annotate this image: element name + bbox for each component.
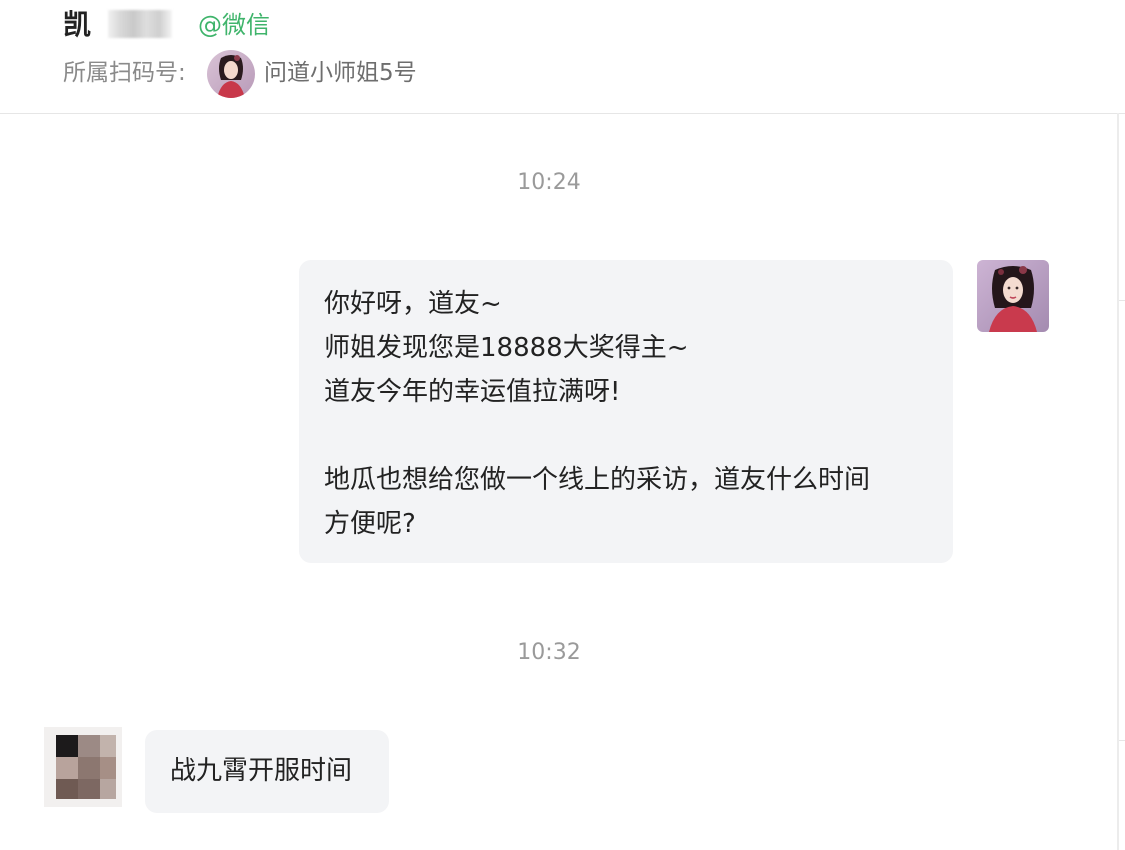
contact-name-redacted <box>108 10 172 38</box>
contact-avatar[interactable] <box>44 727 122 807</box>
pane-divider-tick <box>1119 740 1125 741</box>
message-line: 道友今年的幸运值拉满呀! <box>324 377 621 407</box>
pane-divider-tick <box>1119 300 1125 301</box>
message-line: 战九霄开服时间 <box>170 756 353 786</box>
message-line: 你好呀，道友~ <box>324 289 502 319</box>
chat-window: 凯 @微信 所属扫码号: 问道小师姐5号 10:24 你好呀，道友~ 师姐发现您… <box>0 0 1125 850</box>
scan-account-label: 所属扫码号: <box>63 60 186 86</box>
outgoing-message-bubble[interactable]: 你好呀，道友~ 师姐发现您是18888大奖得主~ 道友今年的幸运值拉满呀! 地瓜… <box>299 260 953 563</box>
message-timestamp: 10:32 <box>517 640 581 665</box>
message-line: 地瓜也想给您做一个线上的采访，道友什么时间 <box>324 465 871 495</box>
message-line: 方便呢? <box>324 509 416 539</box>
message-timestamp: 10:24 <box>517 170 581 195</box>
sender-avatar[interactable] <box>977 260 1049 332</box>
source-tag[interactable]: @微信 <box>198 6 270 44</box>
scan-account-name[interactable]: 问道小师姐5号 <box>264 54 417 92</box>
message-line: 师姐发现您是18888大奖得主~ <box>324 333 689 363</box>
contact-name: 凯 <box>63 8 92 41</box>
scan-account-avatar[interactable] <box>207 50 255 98</box>
incoming-message-bubble[interactable]: 战九霄开服时间 <box>145 730 389 813</box>
chat-header: 凯 @微信 所属扫码号: 问道小师姐5号 <box>0 0 1125 114</box>
